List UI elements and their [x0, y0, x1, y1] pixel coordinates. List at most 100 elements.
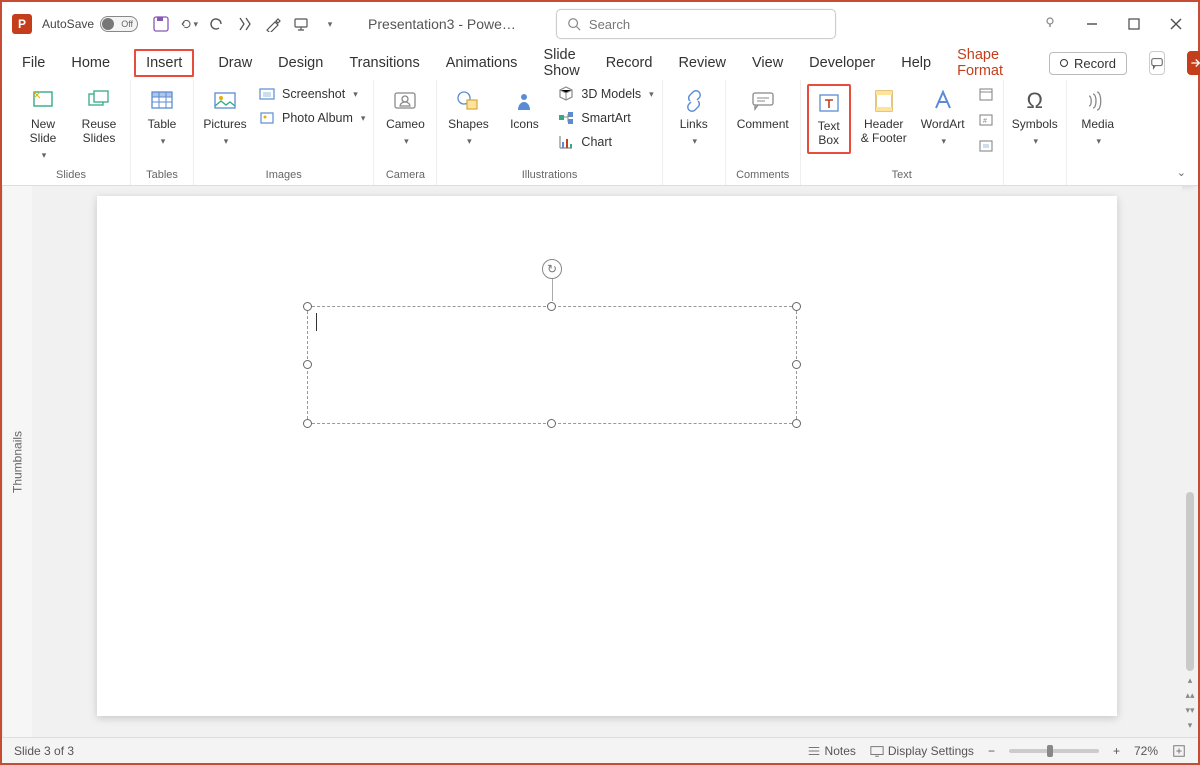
wordart-button[interactable]: WordArt ▾: [917, 84, 969, 150]
resize-handle-e[interactable]: [792, 360, 801, 369]
rotation-handle-icon[interactable]: ↻: [542, 259, 562, 279]
group-links: Links ▾: [663, 80, 726, 185]
object-button[interactable]: [975, 136, 997, 156]
new-slide-button[interactable]: New Slide ▾: [18, 84, 68, 164]
chart-button[interactable]: Chart: [555, 132, 655, 152]
icons-button[interactable]: Icons: [499, 84, 549, 136]
tab-design[interactable]: Design: [276, 51, 325, 75]
notes-icon: [807, 744, 821, 758]
save-icon[interactable]: [152, 15, 170, 33]
fit-to-window-icon[interactable]: [1172, 744, 1186, 758]
tab-review[interactable]: Review: [676, 51, 728, 75]
slide-number-button[interactable]: #: [975, 110, 997, 130]
vertical-scrollbar[interactable]: ▴ ▴▴ ▾▾ ▾: [1182, 186, 1198, 737]
group-text: Text Box Header & Footer WordArt ▾: [801, 80, 1004, 185]
photo-album-button[interactable]: Photo Album ▾: [256, 108, 367, 128]
header-footer-button[interactable]: Header & Footer: [857, 84, 911, 150]
qat-overflow-icon[interactable]: ▾: [320, 15, 338, 33]
redo-icon[interactable]: [208, 15, 226, 33]
table-icon: [149, 88, 175, 114]
tab-animations[interactable]: Animations: [444, 51, 520, 75]
cameo-button[interactable]: Cameo ▾: [380, 84, 430, 150]
comments-pane-icon[interactable]: [1149, 51, 1165, 75]
tab-developer[interactable]: Developer: [807, 51, 877, 75]
group-camera: Cameo ▾ Camera: [374, 80, 437, 185]
close-icon[interactable]: [1164, 12, 1188, 36]
display-settings-button[interactable]: Display Settings: [870, 744, 974, 758]
from-beginning-icon[interactable]: [236, 15, 254, 33]
resize-handle-s[interactable]: [547, 419, 556, 428]
next-slide-double-icon[interactable]: ▾▾: [1185, 705, 1194, 716]
autosave-toggle[interactable]: AutoSave Off: [42, 16, 138, 32]
tab-record[interactable]: Record: [604, 51, 655, 75]
notes-button[interactable]: Notes: [807, 744, 856, 758]
undo-icon[interactable]: ▾: [180, 15, 198, 33]
tab-shape-format[interactable]: Shape Format: [955, 43, 1005, 83]
chevron-down-icon: ▾: [1033, 136, 1038, 146]
smartart-button[interactable]: SmartArt: [555, 108, 655, 128]
text-box-selection[interactable]: ↻: [307, 306, 797, 424]
toggle-switch[interactable]: Off: [100, 16, 138, 32]
tab-draw[interactable]: Draw: [216, 51, 254, 75]
prev-slide-icon[interactable]: ▴: [1188, 675, 1193, 686]
zoom-slider[interactable]: [1009, 749, 1099, 753]
resize-handle-w[interactable]: [303, 360, 312, 369]
media-button[interactable]: Media ▾: [1073, 84, 1123, 150]
resize-handle-ne[interactable]: [792, 302, 801, 311]
slide-indicator[interactable]: Slide 3 of 3: [14, 744, 74, 758]
collapse-ribbon-icon[interactable]: ⌄: [1177, 166, 1186, 179]
chevron-down-icon: ▾: [161, 136, 166, 146]
tab-slideshow[interactable]: Slide Show: [541, 43, 581, 83]
search-box[interactable]: Search: [556, 9, 836, 39]
thumbnails-rail[interactable]: Thumbnails: [2, 186, 32, 737]
group-comments: Comment Comments: [726, 80, 801, 185]
zoom-out-button[interactable]: −: [988, 744, 995, 758]
wordart-icon: [930, 88, 956, 114]
tab-view[interactable]: View: [750, 51, 785, 75]
comment-button[interactable]: Comment: [732, 84, 794, 136]
resize-handle-sw[interactable]: [303, 419, 312, 428]
next-slide-icon[interactable]: ▾: [1188, 720, 1193, 731]
date-time-button[interactable]: [975, 84, 997, 104]
tab-insert[interactable]: Insert: [134, 49, 194, 77]
tab-file[interactable]: File: [20, 51, 47, 75]
text-box-icon: [816, 90, 842, 116]
resize-handle-nw[interactable]: [303, 302, 312, 311]
shapes-button[interactable]: Shapes ▾: [443, 84, 493, 150]
object-icon: [977, 137, 995, 155]
resize-handle-n[interactable]: [547, 302, 556, 311]
link-icon: [681, 88, 707, 114]
screenshot-button[interactable]: Screenshot ▾: [256, 84, 367, 104]
tab-home[interactable]: Home: [69, 51, 112, 75]
scrollbar-thumb[interactable]: [1186, 492, 1194, 671]
tab-help[interactable]: Help: [899, 51, 933, 75]
links-button[interactable]: Links ▾: [669, 84, 719, 150]
chart-icon: [557, 133, 575, 151]
help-icon[interactable]: [1038, 12, 1062, 36]
quick-tool-icon[interactable]: [264, 15, 282, 33]
text-box-button[interactable]: Text Box: [807, 84, 851, 154]
comment-icon: [750, 88, 776, 114]
minimize-icon[interactable]: [1080, 12, 1104, 36]
window-controls: [1038, 12, 1188, 36]
zoom-slider-knob[interactable]: [1047, 745, 1053, 757]
shapes-icon: [455, 88, 481, 114]
tab-transitions[interactable]: Transitions: [347, 51, 421, 75]
prev-slide-double-icon[interactable]: ▴▴: [1185, 690, 1194, 701]
zoom-level[interactable]: 72%: [1134, 744, 1158, 758]
media-icon: [1085, 88, 1111, 114]
slide-canvas-area[interactable]: ↻: [32, 186, 1182, 737]
app-icon: P: [12, 14, 32, 34]
pictures-button[interactable]: Pictures ▾: [200, 84, 250, 150]
maximize-icon[interactable]: [1122, 12, 1146, 36]
table-button[interactable]: Table ▾: [137, 84, 187, 150]
slide[interactable]: ↻: [97, 196, 1117, 716]
record-button[interactable]: Record: [1049, 52, 1127, 75]
resize-handle-se[interactable]: [792, 419, 801, 428]
symbols-button[interactable]: Ω Symbols ▾: [1010, 84, 1060, 150]
zoom-in-button[interactable]: +: [1113, 744, 1120, 758]
presenter-icon[interactable]: [292, 15, 310, 33]
reuse-slides-button[interactable]: Reuse Slides: [74, 84, 124, 150]
share-button[interactable]: ▾: [1187, 51, 1200, 75]
3d-models-button[interactable]: 3D Models ▾: [555, 84, 655, 104]
